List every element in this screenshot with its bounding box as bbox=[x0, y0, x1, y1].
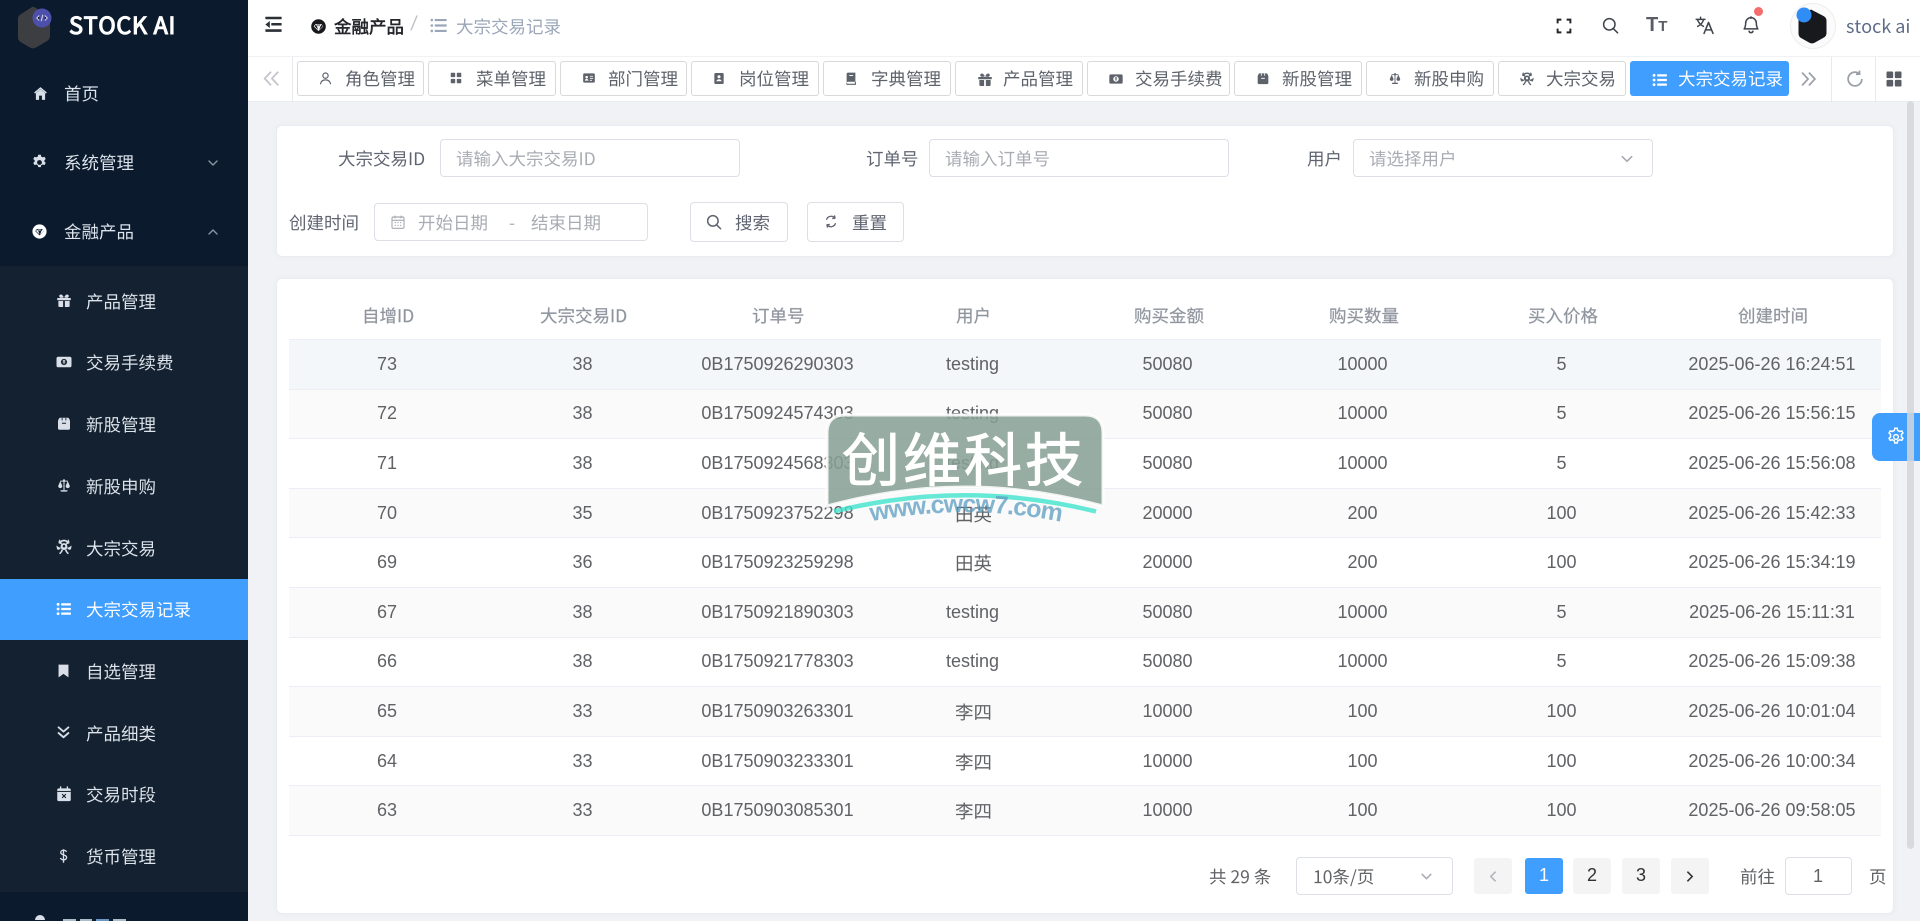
svg-text:www.cwcw7.com: www.cwcw7.com bbox=[866, 490, 1064, 527]
